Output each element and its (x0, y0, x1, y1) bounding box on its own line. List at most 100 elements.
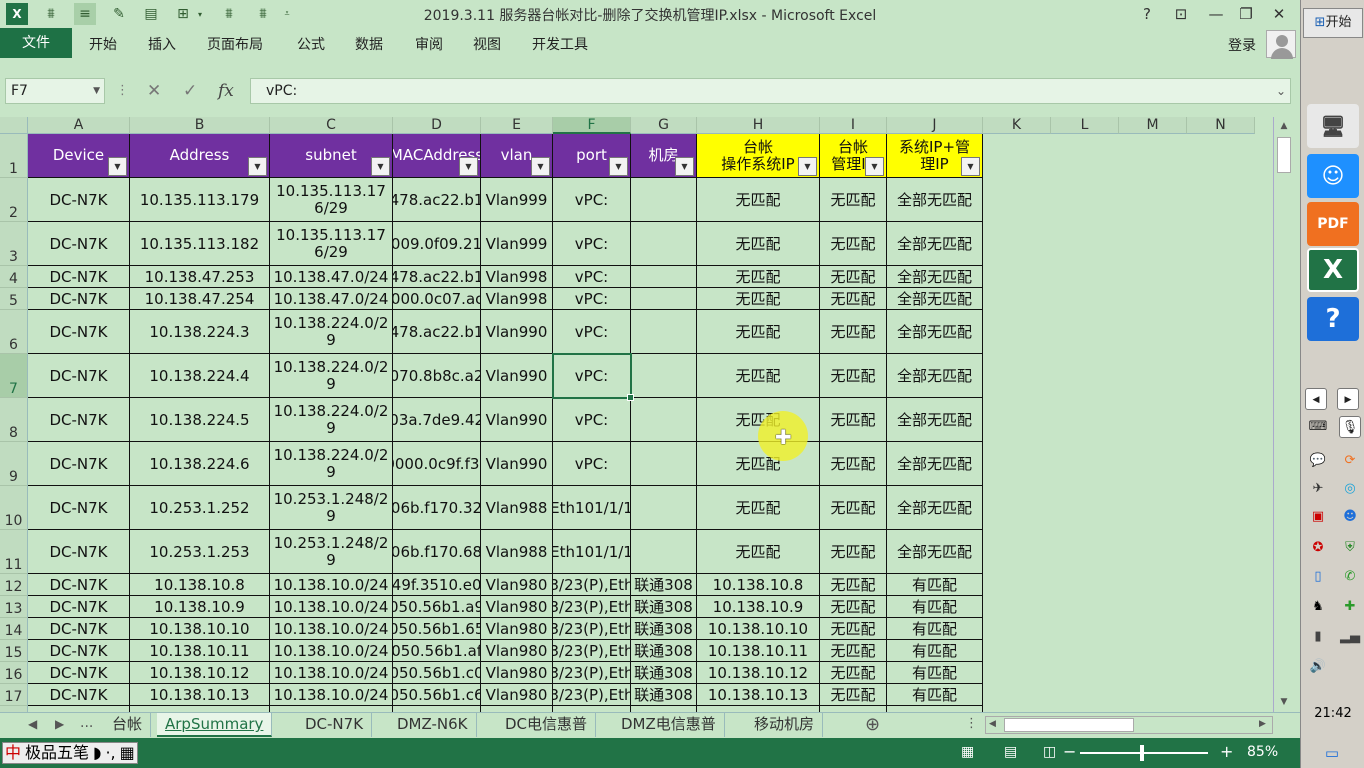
cell-g5[interactable] (631, 288, 697, 310)
zoom-level[interactable]: 85% (1247, 744, 1278, 760)
cell-b4[interactable]: 10.138.47.253 (130, 266, 270, 288)
cell-a3[interactable]: DC-N7K (28, 222, 130, 266)
sync-icon[interactable]: ◎ (1339, 478, 1361, 500)
cell-i15[interactable]: 无匹配 (820, 640, 887, 662)
cell-j10[interactable]: 全部无匹配 (887, 486, 983, 530)
cell-g4[interactable] (631, 266, 697, 288)
row-header-9[interactable]: 9 (0, 442, 28, 486)
header-cell-d[interactable]: MACAddress ▼ (393, 134, 481, 178)
cell-a5[interactable]: DC-N7K (28, 288, 130, 310)
hierarchy-icon[interactable]: ⩩ (218, 3, 240, 25)
row-header-4[interactable]: 4 (0, 266, 28, 288)
cell-g6[interactable] (631, 310, 697, 354)
column-header-m[interactable]: M (1119, 117, 1187, 134)
cell-c10[interactable]: 10.253.1.248/29 (270, 486, 393, 530)
scroll-left-icon[interactable]: ◀ (989, 719, 996, 729)
cell-f12[interactable]: 3/23(P),Eth (553, 574, 631, 596)
cell-d13[interactable]: 0050.56b1.a90 (393, 596, 481, 618)
cell-i14[interactable]: 无匹配 (820, 618, 887, 640)
cell-i5[interactable]: 无匹配 (820, 288, 887, 310)
row-header-11[interactable]: 11 (0, 530, 28, 574)
cell-a7[interactable]: DC-N7K (28, 354, 130, 398)
cell-f13[interactable]: 3/23(P),Eth (553, 596, 631, 618)
zoom-slider-thumb[interactable] (1140, 745, 1144, 761)
org-chart-icon[interactable]: ⩩ (40, 3, 62, 25)
cell-c13[interactable]: 10.138.10.0/24 (270, 596, 393, 618)
cell-i4[interactable]: 无匹配 (820, 266, 887, 288)
cell-c8[interactable]: 10.138.224.0/29 (270, 398, 393, 442)
cell-c12[interactable]: 10.138.10.0/24 (270, 574, 393, 596)
column-header-l[interactable]: L (1051, 117, 1119, 134)
cell-e17[interactable]: Vlan980 (481, 684, 553, 706)
cell-d3[interactable]: 5009.0f09.212 (393, 222, 481, 266)
cell-b17[interactable]: 10.138.10.13 (130, 684, 270, 706)
prev-sheet-icon[interactable]: ◀ (28, 717, 37, 731)
cell-i12[interactable]: 无匹配 (820, 574, 887, 596)
cell-b16[interactable]: 10.138.10.12 (130, 662, 270, 684)
cell-d2[interactable]: 8478.ac22.b14 (393, 178, 481, 222)
print-preview-icon[interactable]: ▤ (140, 3, 162, 25)
ime-punct-icon[interactable]: ·, (103, 743, 117, 763)
tab-view[interactable]: 视图 (473, 34, 501, 54)
cell-j6[interactable]: 全部无匹配 (887, 310, 983, 354)
zoom-in-icon[interactable]: + (1220, 742, 1233, 761)
update-icon[interactable]: ⟳ (1339, 450, 1361, 472)
shield-icon[interactable]: ⛨ (1339, 537, 1361, 559)
cell-i7[interactable]: 无匹配 (820, 354, 887, 398)
filter-dropdown-icon[interactable]: ▼ (865, 157, 884, 176)
cell-e2[interactable]: Vlan999 (481, 178, 553, 222)
cell-f8[interactable]: vPC: (553, 398, 631, 442)
add-sheet-icon[interactable]: ⊕ (865, 714, 880, 735)
cell-g3[interactable] (631, 222, 697, 266)
cell-f15[interactable]: 3/23(P),Eth (553, 640, 631, 662)
pdf-app-icon[interactable]: PDF (1307, 202, 1359, 246)
cell-j12[interactable]: 有匹配 (887, 574, 983, 596)
cell-b7[interactable]: 10.138.224.4 (130, 354, 270, 398)
cell-i6[interactable]: 无匹配 (820, 310, 887, 354)
cell-d11[interactable]: 006b.f170.685 (393, 530, 481, 574)
normal-view-icon[interactable]: ▦ (961, 744, 974, 760)
antivirus-icon[interactable]: ✪ (1307, 537, 1329, 559)
microphone-icon[interactable]: 🎙 (1339, 416, 1361, 438)
cell-d4[interactable]: 8478.ac22.b14 (393, 266, 481, 288)
cell-d10[interactable]: 006b.f170.321 (393, 486, 481, 530)
cell-j8[interactable]: 全部无匹配 (887, 398, 983, 442)
name-box[interactable]: F7 ▼ (5, 78, 105, 104)
cell-j9[interactable]: 全部无匹配 (887, 442, 983, 486)
cell-j14[interactable]: 有匹配 (887, 618, 983, 640)
cell-c2[interactable]: 10.135.113.176/29 (270, 178, 393, 222)
network-folder-icon[interactable]: 🖥 (1307, 104, 1359, 148)
sheet-tab-dmz-telecom-hp[interactable]: DMZ电信惠普 (613, 713, 725, 737)
header-cell-c[interactable]: subnet ▼ (270, 134, 393, 178)
cell-g15[interactable]: 联通308 (631, 640, 697, 662)
column-header-d[interactable]: D (393, 117, 481, 134)
device-icon[interactable]: ▮ (1307, 626, 1329, 648)
customize-qat-icon[interactable]: ⩡ (280, 3, 294, 25)
row-header-10[interactable]: 10 (0, 486, 28, 530)
cell-h2[interactable]: 无匹配 (697, 178, 820, 222)
cell-d6[interactable]: 8478.ac22.b14 (393, 310, 481, 354)
borders-icon[interactable]: ⊞ (172, 3, 194, 25)
format-painter-icon[interactable]: ✎ (108, 3, 130, 25)
column-header-a[interactable]: A (28, 117, 130, 134)
close-button[interactable]: ✕ (1266, 3, 1292, 25)
spreadsheet-grid[interactable]: ABCDEFGHIJKLMN 1 2 3 4 5 6 7 8 9 10 11 12 13 14 15 16 17… (0, 117, 1273, 712)
row-header-14[interactable]: 14 (0, 618, 28, 640)
help-app-icon[interactable]: ? (1307, 297, 1359, 341)
tab-split-icon[interactable]: ⋮ (965, 716, 978, 731)
scroll-up-icon[interactable]: ▲ (1276, 118, 1292, 134)
cell-e13[interactable]: Vlan980 (481, 596, 553, 618)
cell-a9[interactable]: DC-N7K (28, 442, 130, 486)
tab-insert[interactable]: 插入 (148, 34, 176, 54)
cell-c5[interactable]: 10.138.47.0/24 (270, 288, 393, 310)
row-header-7[interactable]: 7 (0, 354, 28, 398)
start-button[interactable]: ⊞开始 (1303, 8, 1363, 38)
filter-dropdown-icon[interactable]: ▼ (248, 157, 267, 176)
tab-file[interactable]: 文件 (0, 28, 72, 58)
row-header-17[interactable]: 17 (0, 684, 28, 706)
cell-c17[interactable]: 10.138.10.0/24 (270, 684, 393, 706)
maximize-button[interactable]: ❐ (1233, 3, 1259, 25)
cell-c7[interactable]: 10.138.224.0/29 (270, 354, 393, 398)
cell-i3[interactable]: 无匹配 (820, 222, 887, 266)
row-header-2[interactable]: 2 (0, 178, 28, 222)
